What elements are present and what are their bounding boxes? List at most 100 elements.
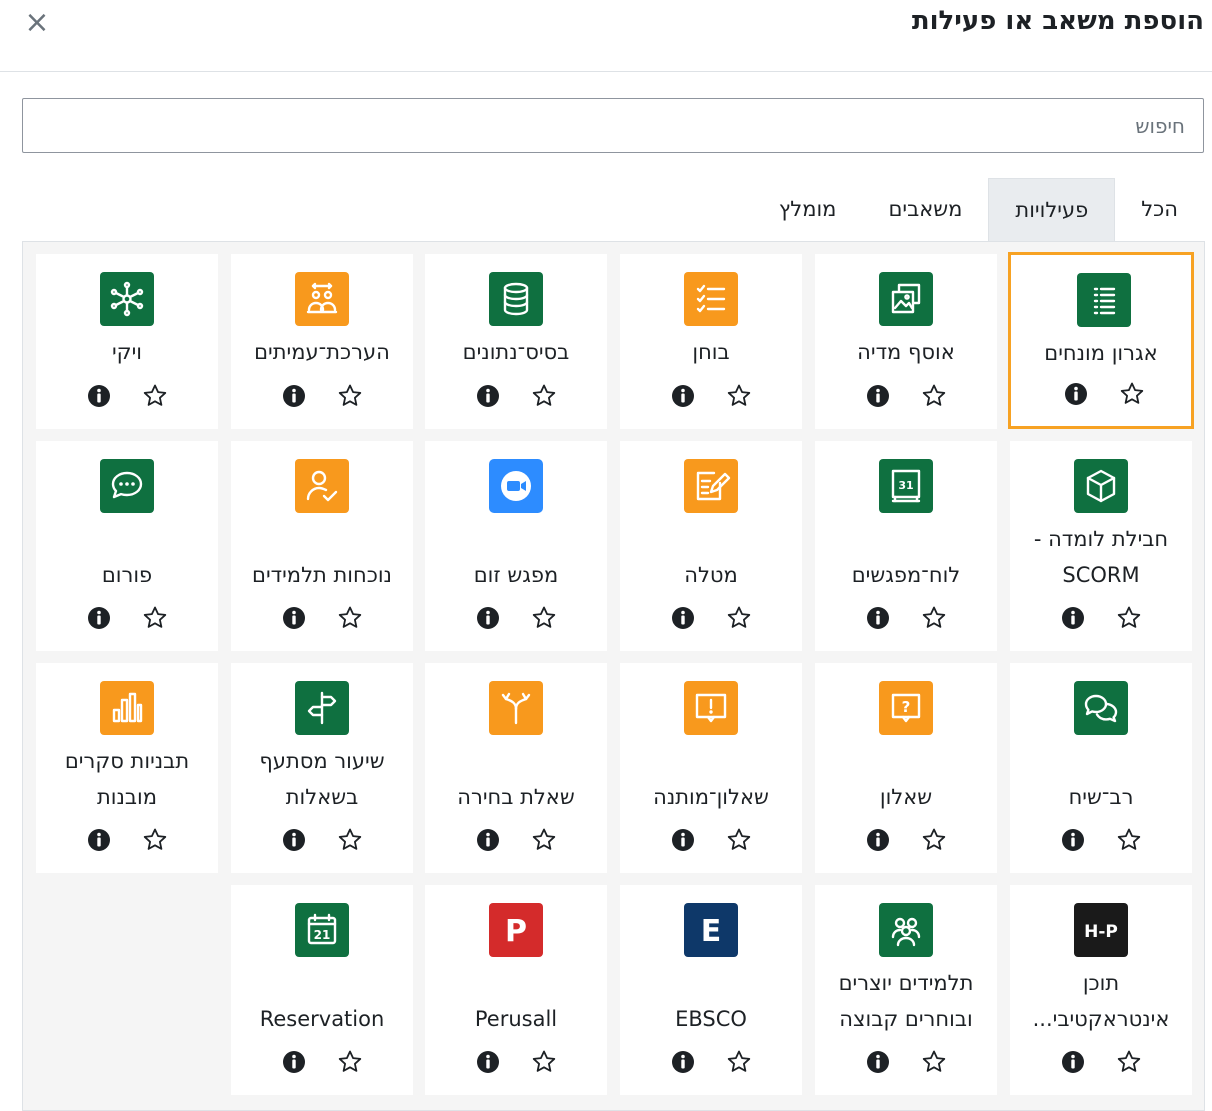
forum-icon <box>100 459 154 513</box>
survey-icon <box>100 681 154 735</box>
activity-card[interactable]: H-P תוכן אינטראקטיבי... <box>1010 885 1192 1095</box>
star-icon[interactable] <box>1116 827 1142 853</box>
star-icon[interactable] <box>531 827 557 853</box>
info-icon[interactable] <box>475 827 501 853</box>
activity-card[interactable]: אגרון מונחים <box>1008 252 1194 429</box>
attendance-icon <box>295 459 349 513</box>
svg-text:P: P <box>505 914 527 949</box>
activity-card[interactable]: אוסף מדיה <box>815 254 997 429</box>
info-icon[interactable] <box>670 1049 696 1075</box>
star-icon[interactable] <box>726 383 752 409</box>
info-icon[interactable] <box>865 383 891 409</box>
info-icon[interactable] <box>865 1049 891 1075</box>
activity-card[interactable]: ? שאלון <box>815 663 997 873</box>
activity-card[interactable]: 31 לוח־מפגשים <box>815 441 997 651</box>
search-input[interactable] <box>22 98 1204 153</box>
info-icon[interactable] <box>1060 827 1086 853</box>
svg-text:21: 21 <box>314 928 331 942</box>
info-icon[interactable] <box>86 827 112 853</box>
star-icon[interactable] <box>1119 381 1145 407</box>
activity-card[interactable]: P Perusall <box>425 885 607 1095</box>
activity-card[interactable]: ויקי <box>36 254 218 429</box>
activity-name: תבניות סקרים מובנות <box>64 749 190 809</box>
star-icon[interactable] <box>142 827 168 853</box>
info-icon[interactable] <box>281 827 307 853</box>
star-icon[interactable] <box>1116 605 1142 631</box>
info-icon[interactable] <box>86 383 112 409</box>
info-icon[interactable] <box>475 1049 501 1075</box>
activity-card[interactable]: שאלון־מותנה <box>620 663 802 873</box>
activity-name: הערכת־עמיתים <box>254 340 390 364</box>
info-icon[interactable] <box>475 383 501 409</box>
activity-card[interactable]: פורום <box>36 441 218 651</box>
info-icon[interactable] <box>281 1049 307 1075</box>
h5p-icon: H-P <box>1074 903 1128 957</box>
close-icon[interactable]: × <box>24 8 50 38</box>
info-icon[interactable] <box>865 827 891 853</box>
activity-card[interactable]: שיעור מסתעף בשאלות <box>231 663 413 873</box>
activity-card[interactable]: תבניות סקרים מובנות <box>36 663 218 873</box>
zoom-icon <box>489 459 543 513</box>
activity-card[interactable]: הערכת־עמיתים <box>231 254 413 429</box>
svg-text:31: 31 <box>898 479 913 492</box>
star-icon[interactable] <box>921 1049 947 1075</box>
glossary-icon <box>1077 273 1131 327</box>
info-icon[interactable] <box>1063 381 1089 407</box>
star-icon[interactable] <box>1116 1049 1142 1075</box>
tab-all[interactable]: הכל <box>1115 178 1204 241</box>
star-icon[interactable] <box>921 383 947 409</box>
info-icon[interactable] <box>281 383 307 409</box>
activity-card[interactable]: בסיס־נתונים <box>425 254 607 429</box>
star-icon[interactable] <box>726 605 752 631</box>
activity-card[interactable]: תלמידים יוצרים ובוחרים קבוצה <box>815 885 997 1095</box>
choice-icon <box>489 681 543 735</box>
ebsco-icon: E <box>684 903 738 957</box>
dialog-header: הוספת משאב או פעילות × <box>0 0 1212 72</box>
activity-grid: אגרון מונחים אוסף מדיה בוחן בסיס־נתונים הערכ… <box>22 241 1205 1111</box>
star-icon[interactable] <box>337 605 363 631</box>
info-icon[interactable] <box>281 605 307 631</box>
tab-activities[interactable]: פעילויות <box>988 178 1116 241</box>
star-icon[interactable] <box>726 827 752 853</box>
star-icon[interactable] <box>921 605 947 631</box>
info-icon[interactable] <box>670 827 696 853</box>
activity-card[interactable]: 21 Reservation <box>231 885 413 1095</box>
info-icon[interactable] <box>475 605 501 631</box>
activity-card[interactable]: חבילת לומדה - SCORM <box>1010 441 1192 651</box>
star-icon[interactable] <box>921 827 947 853</box>
activity-card[interactable]: רב־שיח <box>1010 663 1192 873</box>
info-icon[interactable] <box>865 605 891 631</box>
info-icon[interactable] <box>86 605 112 631</box>
feedback-icon: ? <box>879 681 933 735</box>
info-icon[interactable] <box>670 383 696 409</box>
add-activity-dialog: הוספת משאב או פעילות × הכלפעילויותמשאבים… <box>0 0 1212 1111</box>
star-icon[interactable] <box>337 827 363 853</box>
star-icon[interactable] <box>531 605 557 631</box>
star-icon[interactable] <box>726 1049 752 1075</box>
tab-recommended[interactable]: מומלץ <box>753 178 863 241</box>
star-icon[interactable] <box>337 383 363 409</box>
database-icon <box>489 272 543 326</box>
activity-card[interactable]: מטלה <box>620 441 802 651</box>
star-icon[interactable] <box>531 383 557 409</box>
info-icon[interactable] <box>1060 605 1086 631</box>
star-icon[interactable] <box>337 1049 363 1075</box>
tab-resources[interactable]: משאבים <box>862 178 988 241</box>
activity-card[interactable]: מפגש זום <box>425 441 607 651</box>
group-choice-icon <box>879 903 933 957</box>
activity-card[interactable]: שאלת בחירה <box>425 663 607 873</box>
activity-name: שאלת בחירה <box>457 785 575 809</box>
activity-card[interactable]: בוחן <box>620 254 802 429</box>
info-icon[interactable] <box>1060 1049 1086 1075</box>
activity-card[interactable]: נוכחות תלמידים <box>231 441 413 651</box>
activity-name: מטלה <box>684 563 738 587</box>
info-icon[interactable] <box>670 605 696 631</box>
activity-name: Perusall <box>474 1007 558 1031</box>
star-icon[interactable] <box>531 1049 557 1075</box>
star-icon[interactable] <box>142 605 168 631</box>
activity-card[interactable]: E EBSCO <box>620 885 802 1095</box>
activity-name: שאלון־מותנה <box>653 785 769 809</box>
scorm-package-icon <box>1074 459 1128 513</box>
svg-text:E: E <box>701 914 722 949</box>
star-icon[interactable] <box>142 383 168 409</box>
